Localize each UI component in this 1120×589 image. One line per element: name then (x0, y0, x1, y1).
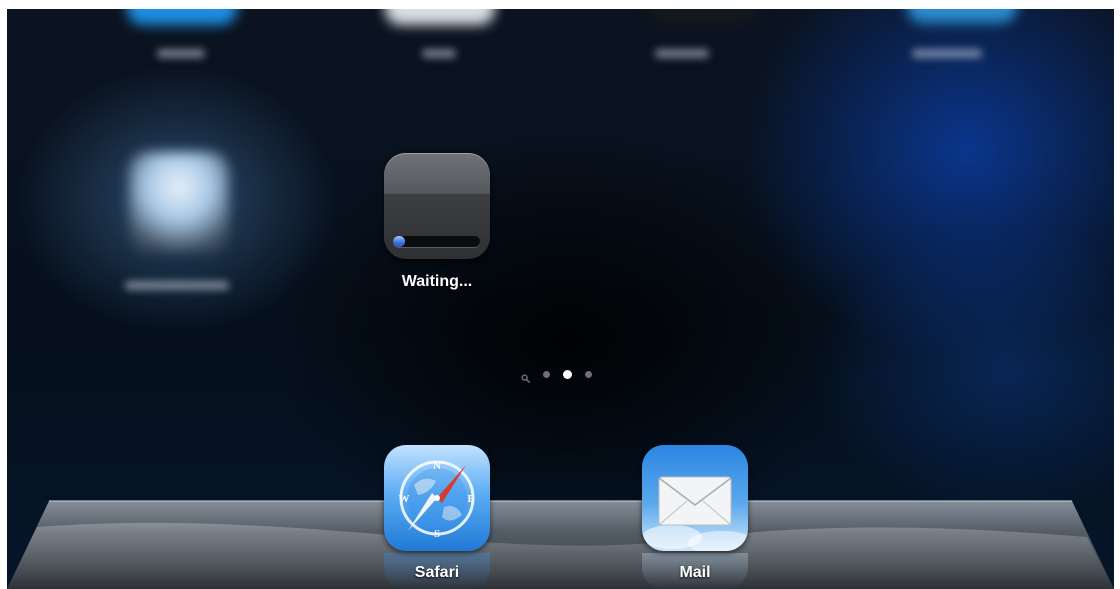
blurred-app-icon (907, 9, 1017, 23)
blurred-app-icon (647, 9, 757, 23)
mail-label: Mail (679, 564, 711, 581)
page-dot[interactable] (543, 370, 550, 378)
page-dot-active[interactable] (563, 369, 572, 379)
home-screen: Waiting... N S W E Safari Mail (7, 9, 1114, 589)
safari-label: Safari (414, 564, 460, 581)
downloading-app-label: Waiting... (401, 273, 473, 290)
blurred-app-label (125, 281, 229, 290)
svg-text:S: S (434, 528, 440, 540)
download-progress-bar (393, 236, 480, 247)
safari-compass-icon[interactable]: N S W E (384, 445, 490, 551)
download-progress-fill (393, 236, 406, 247)
blurred-app-icon (129, 152, 229, 252)
blurred-app-label (655, 49, 709, 58)
search-icon[interactable] (521, 370, 530, 383)
blurred-app-icon (127, 9, 237, 25)
svg-text:E: E (467, 493, 474, 505)
blurred-app-label (912, 49, 982, 58)
blurred-app-label (422, 49, 456, 58)
mail-envelope-icon[interactable] (642, 445, 748, 551)
dock (7, 497, 1114, 589)
svg-text:N: N (433, 460, 441, 472)
page-dot[interactable] (585, 370, 592, 378)
blurred-app-icon (385, 9, 495, 25)
blurred-app-label (157, 49, 205, 58)
page-indicator[interactable] (521, 368, 592, 383)
svg-text:W: W (399, 493, 410, 505)
downloading-app-icon[interactable] (384, 153, 490, 259)
